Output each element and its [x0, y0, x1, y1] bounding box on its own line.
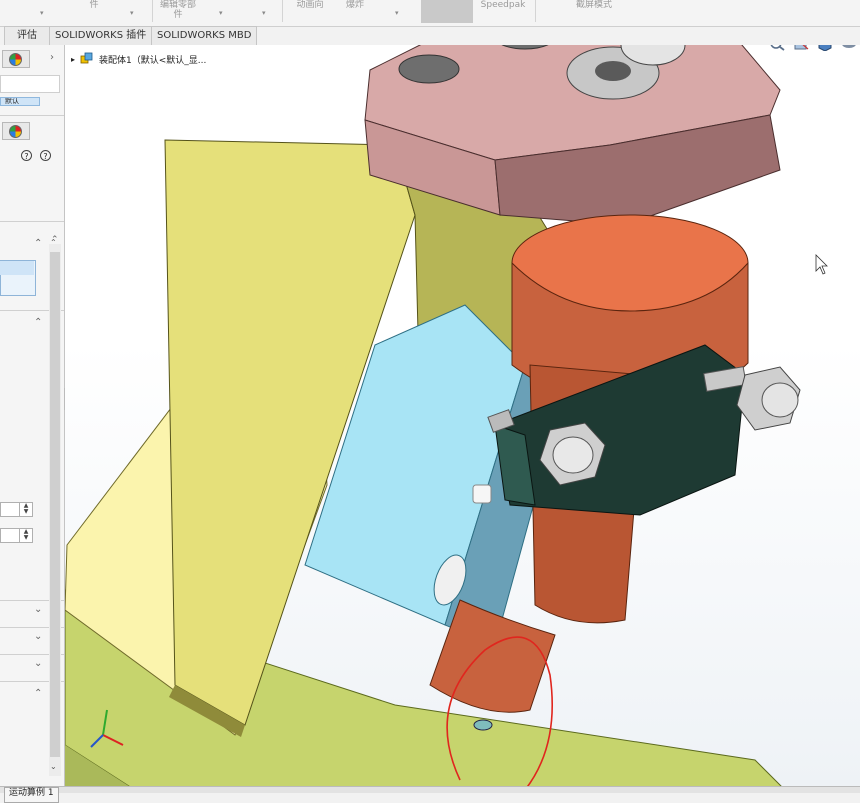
washer-hole	[595, 61, 631, 81]
panel-scrollbar[interactable]: ⌃ ⌄	[49, 238, 61, 776]
graphics-viewport[interactable]: ▸ 装配体1（默认<默认_显...	[65, 45, 860, 790]
assembly-icon	[80, 52, 93, 64]
feature-tree-flyout[interactable]: ▸ 装配体1（默认<默认_显...	[71, 51, 206, 67]
numeric-spinbox[interactable]: ▲ ▼	[0, 528, 33, 543]
expand-arrow-icon[interactable]: ▸	[71, 55, 75, 64]
toolbar-item-edit-component[interactable]: 编辑零部件	[160, 0, 196, 20]
selected-row-label: 默认	[5, 97, 19, 105]
scroll-up-icon[interactable]: ⌃	[50, 238, 57, 247]
toolbar-item-label: 件	[89, 0, 99, 10]
chevron-down-icon[interactable]: ⌄	[34, 604, 42, 615]
chevron-down-icon[interactable]: ⌄	[34, 658, 42, 669]
appearance-button[interactable]	[2, 50, 30, 68]
nut-left-face	[552, 436, 594, 474]
dropdown-arrow-icon[interactable]: ▾	[130, 9, 134, 17]
chevron-right-icon[interactable]: ›	[50, 52, 54, 63]
toolbar-item-label: 动画向	[296, 0, 324, 10]
help-icon[interactable]: ?	[21, 150, 32, 161]
toolbar-item-screenshot-mode[interactable]: 截屏模式	[572, 0, 616, 20]
toolbar-item-label: 编辑零部件	[160, 0, 197, 20]
appearance-ball-icon	[9, 125, 22, 138]
toolbar-separator	[535, 0, 536, 22]
cursor-icon	[815, 254, 828, 275]
zoom-icon[interactable]	[768, 45, 786, 51]
appearance-ball-icon	[9, 53, 22, 66]
section-view-icon[interactable]	[792, 45, 810, 51]
spin-arrows-icon[interactable]: ▲ ▼	[19, 503, 32, 516]
ribbon-toolbar: 件 ▾ ▾ 编辑零部件 ▾ ▾ 动画向 爆炸 ▾ Speedpak 截屏模式	[0, 0, 860, 27]
spin-arrows-icon[interactable]: ▲ ▼	[19, 529, 32, 542]
toolbar-item-part[interactable]: 件	[84, 0, 104, 20]
scene-icon[interactable]	[840, 45, 858, 51]
toolbar-separator	[282, 0, 283, 22]
toolbar-active-button[interactable]	[421, 0, 473, 23]
toolbar-separator	[152, 0, 153, 22]
display-style-icon[interactable]	[816, 45, 834, 51]
block-pin	[472, 484, 492, 504]
toolbar-item-explode[interactable]: 爆炸	[340, 0, 370, 20]
dropdown-arrow-icon[interactable]: ▾	[40, 9, 44, 17]
numeric-spinbox[interactable]: ▲ ▼	[0, 502, 33, 517]
chevron-up-icon[interactable]: ⌃	[34, 317, 42, 328]
motion-study-label: 运动算例 1	[9, 788, 54, 798]
chevron-up-icon[interactable]: ⌃	[34, 238, 42, 249]
appearance-button-2[interactable]	[2, 122, 30, 140]
toolbar-item-animation[interactable]: 动画向	[290, 0, 330, 20]
dropdown-arrow-icon[interactable]: ▾	[395, 9, 399, 17]
panel-input-box[interactable]	[0, 75, 60, 93]
toolbar-item-label: 截屏模式	[575, 0, 612, 10]
tab-solidworks-addins[interactable]: SOLIDWORKS 插件	[49, 26, 153, 45]
help-icon[interactable]: ?	[40, 150, 51, 161]
selected-row[interactable]: 默认	[0, 97, 40, 106]
selection-list-item[interactable]	[0, 261, 34, 275]
cylinder-tip-face	[473, 719, 493, 731]
scrollbar-thumb[interactable]	[50, 252, 60, 757]
dropdown-arrow-icon[interactable]: ▾	[219, 9, 223, 17]
toolbar-item-label: Speedpak	[480, 0, 526, 10]
panel-divider	[0, 221, 64, 222]
feature-tree-root-label: 装配体1（默认<默认_显...	[99, 55, 207, 66]
tab-solidworks-mbd[interactable]: SOLIDWORKS MBD	[151, 26, 258, 45]
nut-right-face	[761, 382, 799, 418]
tab-evaluate[interactable]: 评估	[4, 26, 50, 45]
panel-divider	[0, 115, 64, 116]
chevron-up-icon[interactable]: ⌃	[34, 688, 42, 699]
scroll-down-icon[interactable]: ⌄	[50, 762, 57, 771]
heads-up-view-toolbar	[768, 45, 858, 53]
toolbar-item-speedpak[interactable]: Speedpak	[478, 0, 528, 20]
assembly-model[interactable]	[65, 45, 860, 790]
top-plate-slot	[398, 54, 460, 84]
tab-motion-study[interactable]: 运动算例 1	[4, 787, 59, 803]
dropdown-arrow-icon[interactable]: ▾	[262, 9, 266, 17]
chevron-down-icon[interactable]: ⌄	[34, 631, 42, 642]
toolbar-item-label: 爆炸	[345, 0, 364, 10]
